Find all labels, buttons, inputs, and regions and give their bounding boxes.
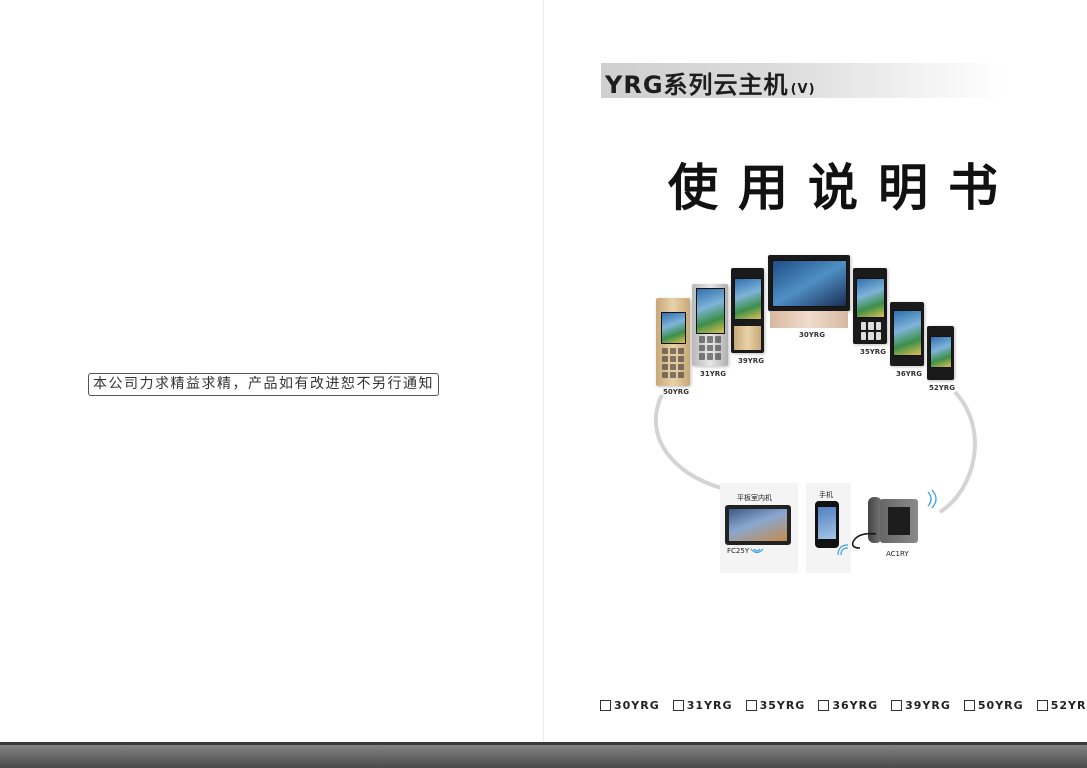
wire-left [654,394,731,492]
model-option-50yrg[interactable]: 50YRG [963,697,1024,713]
phone-device [815,501,839,548]
device-30yrg [768,255,850,311]
model-option-52yrg[interactable]: 52YRG [1036,697,1087,713]
wifi-icon [750,548,764,554]
device-screen [856,278,885,318]
checkbox-icon[interactable] [1036,699,1048,711]
device-screen [893,310,922,356]
device-keypad [662,348,684,378]
phone-screen [818,507,836,539]
model-label: 36YRG [832,698,879,712]
device-keypad [861,322,881,340]
checkbox-icon[interactable] [672,699,684,711]
checkbox-icon[interactable] [745,699,757,711]
device-label: 36YRG [896,370,922,378]
device-36yrg [890,302,924,366]
device-35yrg [853,268,887,344]
model-label: 30YRG [614,698,660,712]
device-50yrg [656,298,690,386]
mobile-phone: 手机 [806,483,851,573]
model-option-39yrg[interactable]: 39YRG [891,697,951,713]
model-option-36yrg[interactable]: 36YRG [818,697,878,713]
tablet-device [725,505,791,545]
model-label: 52YRG [1050,698,1087,712]
desk-phone-screen [888,507,910,535]
phone-cord [851,532,877,549]
device-screen [661,312,686,344]
device-52yrg [927,326,954,380]
bottom-bar [0,742,1087,768]
device-screen [930,336,952,368]
device-screen [772,260,847,307]
device-label: 30YRG [799,331,825,339]
wifi-icon [927,489,937,509]
phone-caption: 手机 [819,491,833,499]
tablet-screen [729,509,787,541]
device-keypad-plate [734,326,761,350]
desk-phone-model: AC1RY [886,550,909,558]
model-label: 39YRG [905,698,951,712]
device-label: 50YRG [663,388,689,396]
device-label: 35YRG [860,348,886,356]
device-30yrg-base [770,311,848,328]
device-label: 52YRG [929,384,955,392]
checkbox-icon[interactable] [963,699,975,711]
checkbox-icon[interactable] [818,699,830,711]
model-option-31yrg[interactable]: 31YRG [672,697,733,713]
model-label: 50YRG [977,698,1024,712]
device-label: 39YRG [738,357,764,365]
desk-phone-body [880,499,918,543]
device-screen [696,288,725,334]
model-label: 31YRG [686,698,733,712]
model-checklist: 30YRG 31YRG 35YRG 36YRG 39YRG 50YRG 52YR… [600,697,1087,713]
device-screen [734,278,762,320]
model-label: 35YRG [759,698,806,712]
model-option-35yrg[interactable]: 35YRG [745,697,806,713]
wire-right [938,390,977,514]
checkbox-icon[interactable] [891,699,903,711]
tablet-model: FC25Y [727,547,750,555]
device-label: 31YRG [700,370,726,378]
device-keypad [699,336,721,360]
checkbox-icon[interactable] [600,699,611,711]
tablet-caption: 平板室内机 [737,494,772,502]
device-39yrg [731,268,764,353]
tablet-indoor-unit: 平板室内机 FC25Y [720,483,798,573]
connection-wires [654,390,977,514]
model-option-30yrg[interactable]: 30YRG [600,697,660,713]
device-31yrg [692,284,728,366]
